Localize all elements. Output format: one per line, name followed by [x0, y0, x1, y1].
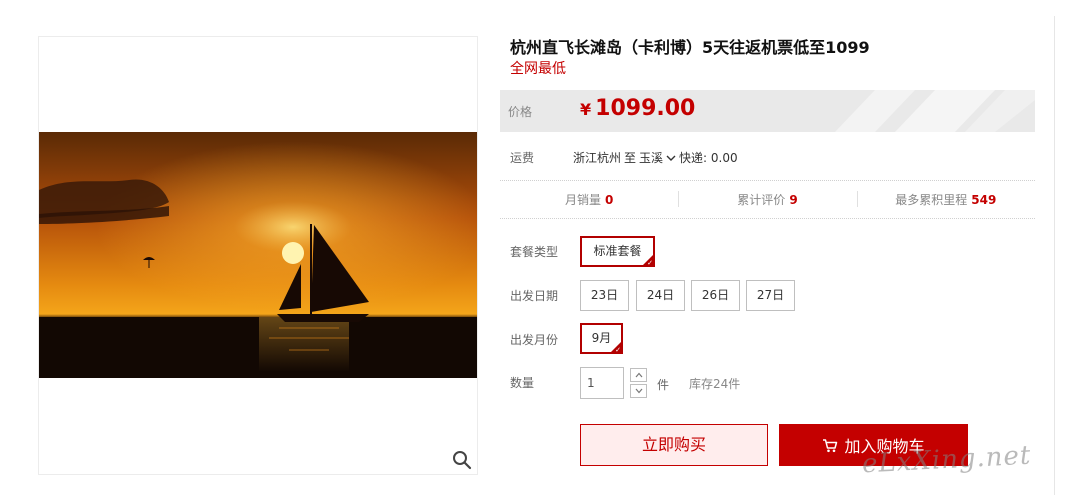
option-label: 24日 [646, 288, 675, 302]
shipping-label: 运费 [510, 151, 535, 165]
chevron-down-icon[interactable] [666, 153, 676, 163]
option-label: 23日 [590, 288, 619, 302]
option-label: 27日 [756, 288, 785, 302]
price-value: ¥1099.00 [580, 96, 695, 121]
shipping-to: 至 [624, 151, 637, 165]
page-divider [1054, 16, 1055, 495]
stat-mileage: 最多累积里程 549 [856, 191, 1035, 208]
departure-date-label: 出发日期 [510, 289, 559, 303]
magnifier-icon[interactable] [452, 450, 472, 470]
quantity-increase-button[interactable] [630, 368, 647, 382]
option-label: 标准套餐 [593, 244, 642, 258]
stat-value: 0 [604, 193, 614, 207]
package-option-standard[interactable]: 标准套餐 ✓ [580, 236, 655, 267]
shipping-info: 浙江杭州 至 玉溪 快递: 0.00 [573, 149, 738, 166]
cart-icon [823, 438, 838, 452]
check-icon: ✓ [647, 259, 653, 267]
stock-count: 库存24件 [689, 377, 741, 391]
buy-now-button[interactable]: 立即购买 [580, 424, 768, 466]
chevron-up-icon [635, 372, 642, 378]
date-option-24[interactable]: 24日 [636, 280, 685, 311]
date-option-27[interactable]: 27日 [746, 280, 795, 311]
product-image[interactable] [39, 132, 477, 378]
package-label: 套餐类型 [510, 245, 559, 259]
quantity-unit: 件 [657, 378, 670, 392]
stat-monthly-sales: 月销量 0 [500, 191, 678, 208]
quantity-label: 数量 [510, 376, 535, 390]
option-label: 9月 [591, 331, 612, 345]
product-info: 杭州直飞长滩岛（卡利博）5天往返机票低至1099 全网最低 价格 ¥1099.0… [500, 0, 1036, 495]
chevron-down-icon [635, 388, 642, 394]
price-amount: 1099.00 [595, 96, 696, 121]
month-option-9[interactable]: 9月 ✓ [580, 323, 623, 354]
shipping-origin: 浙江杭州 [573, 151, 622, 165]
price-band-decoration [835, 90, 1035, 132]
buy-now-label: 立即购买 [641, 435, 706, 454]
product-gallery [38, 36, 478, 475]
option-label: 26日 [701, 288, 730, 302]
price-label: 价格 [508, 105, 533, 119]
stat-label: 累计评价 [737, 193, 786, 207]
stat-value: 549 [971, 193, 997, 207]
shipping-destination[interactable]: 玉溪 [639, 149, 663, 166]
product-title: 杭州直飞长滩岛（卡利博）5天往返机票低至1099 [510, 38, 870, 57]
quantity-input[interactable] [580, 367, 624, 399]
date-option-26[interactable]: 26日 [691, 280, 740, 311]
shipping-method: 快递: 0.00 [679, 151, 738, 165]
departure-month-label: 出发月份 [510, 333, 559, 347]
quantity-decrease-button[interactable] [630, 384, 647, 398]
price-band: 价格 ¥1099.00 [500, 90, 1035, 132]
stat-reviews[interactable]: 累计评价 9 [678, 191, 856, 208]
stat-value: 9 [789, 193, 798, 207]
stat-label: 月销量 [564, 193, 601, 207]
price-currency: ¥ [580, 100, 592, 119]
product-subtitle: 全网最低 [510, 61, 566, 77]
stat-label: 最多累积里程 [895, 193, 968, 207]
check-icon: ✓ [615, 346, 621, 354]
stats-bar: 月销量 0 累计评价 9 最多累积里程 549 [500, 180, 1035, 219]
date-option-23[interactable]: 23日 [580, 280, 629, 311]
